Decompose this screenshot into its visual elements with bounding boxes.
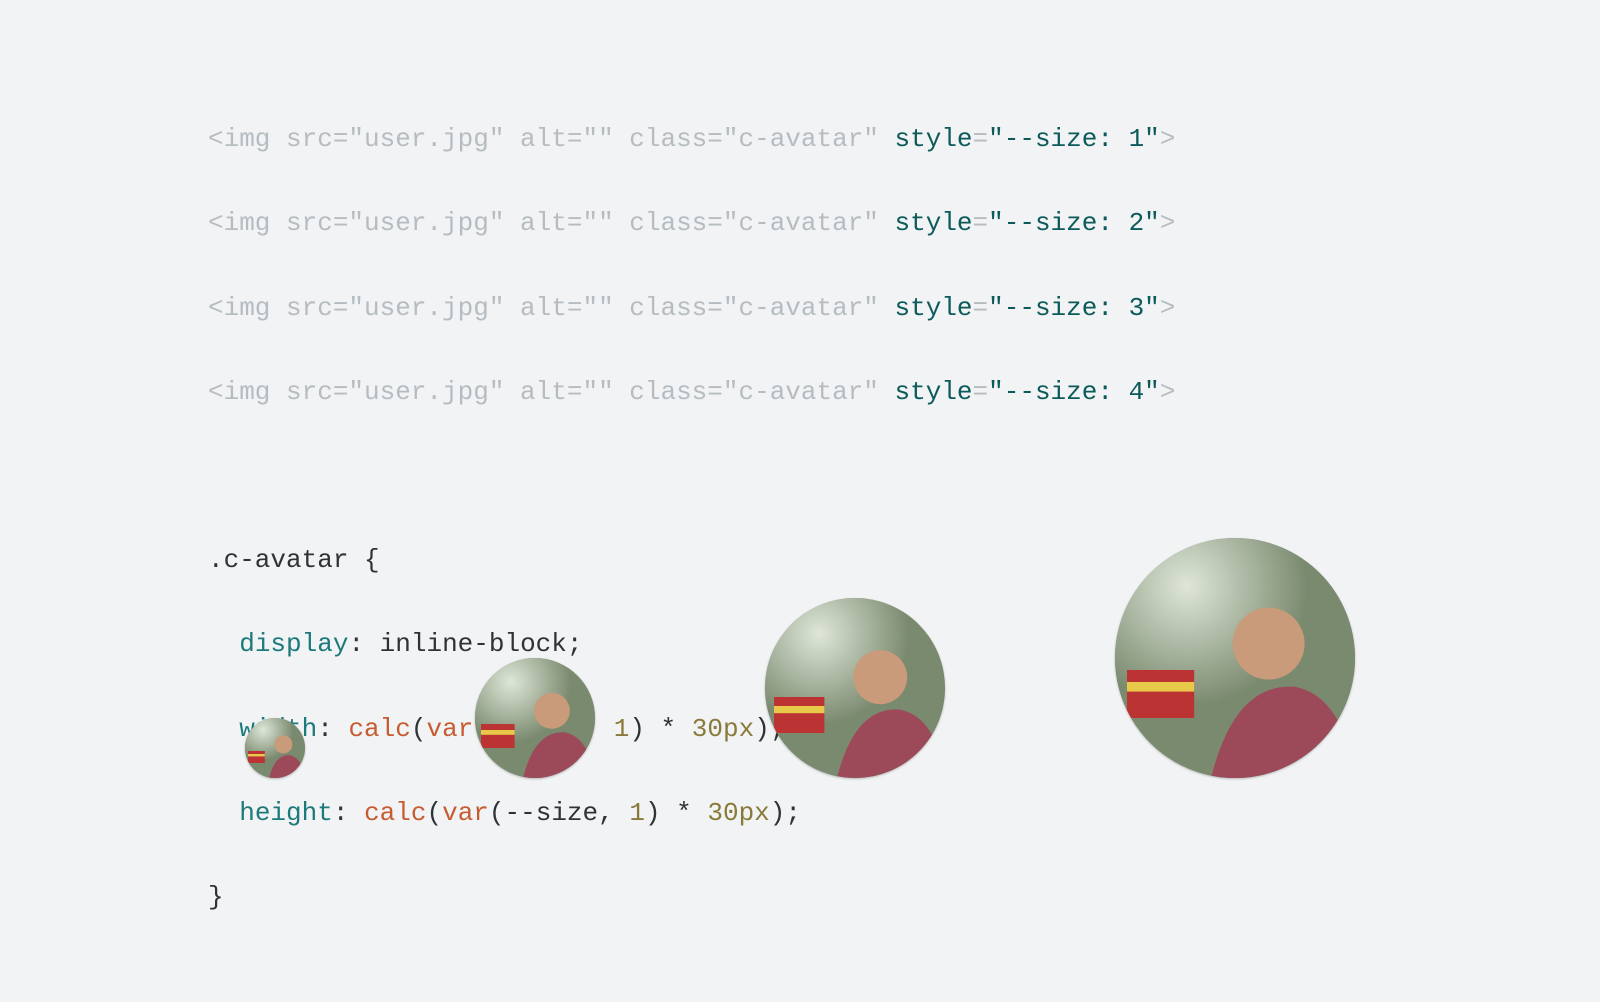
html-line: <img src="user.jpg" alt="" class="c-avat… (208, 118, 1600, 160)
avatar-row (0, 538, 1600, 838)
html-line: <img src="user.jpg" alt="" class="c-avat… (208, 202, 1600, 244)
code-text: <img src="user.jpg" alt="" class="c-avat… (208, 293, 895, 323)
attr-name: style (895, 293, 973, 323)
avatar (475, 658, 595, 778)
code-text: <img src="user.jpg" alt="" class="c-avat… (208, 377, 895, 407)
attr-name: style (895, 377, 973, 407)
code-text: > (1160, 377, 1176, 407)
avatar-image (765, 598, 945, 778)
code-text: > (1160, 293, 1176, 323)
avatar-image (245, 718, 305, 778)
code-text: > (1160, 124, 1176, 154)
avatar-image (1115, 538, 1355, 778)
avatar (245, 718, 305, 778)
attr-value: "--size: 3" (988, 293, 1160, 323)
code-text: = (973, 377, 989, 407)
attr-value: "--size: 2" (988, 208, 1160, 238)
code-text: = (973, 208, 989, 238)
brace-close: } (208, 882, 224, 912)
html-line: <img src="user.jpg" alt="" class="c-avat… (208, 287, 1600, 329)
attr-value: "--size: 1" (988, 124, 1160, 154)
code-text: = (973, 124, 989, 154)
code-block: <img src="user.jpg" alt="" class="c-avat… (0, 0, 1600, 1002)
avatar (765, 598, 945, 778)
attr-name: style (895, 208, 973, 238)
code-text: > (1160, 208, 1176, 238)
code-text: <img src="user.jpg" alt="" class="c-avat… (208, 124, 895, 154)
attr-name: style (895, 124, 973, 154)
code-text: <img src="user.jpg" alt="" class="c-avat… (208, 208, 895, 238)
avatar-image (475, 658, 595, 778)
html-line: <img src="user.jpg" alt="" class="c-avat… (208, 371, 1600, 413)
attr-value: "--size: 4" (988, 377, 1160, 407)
code-text: = (973, 293, 989, 323)
avatar (1115, 538, 1355, 778)
